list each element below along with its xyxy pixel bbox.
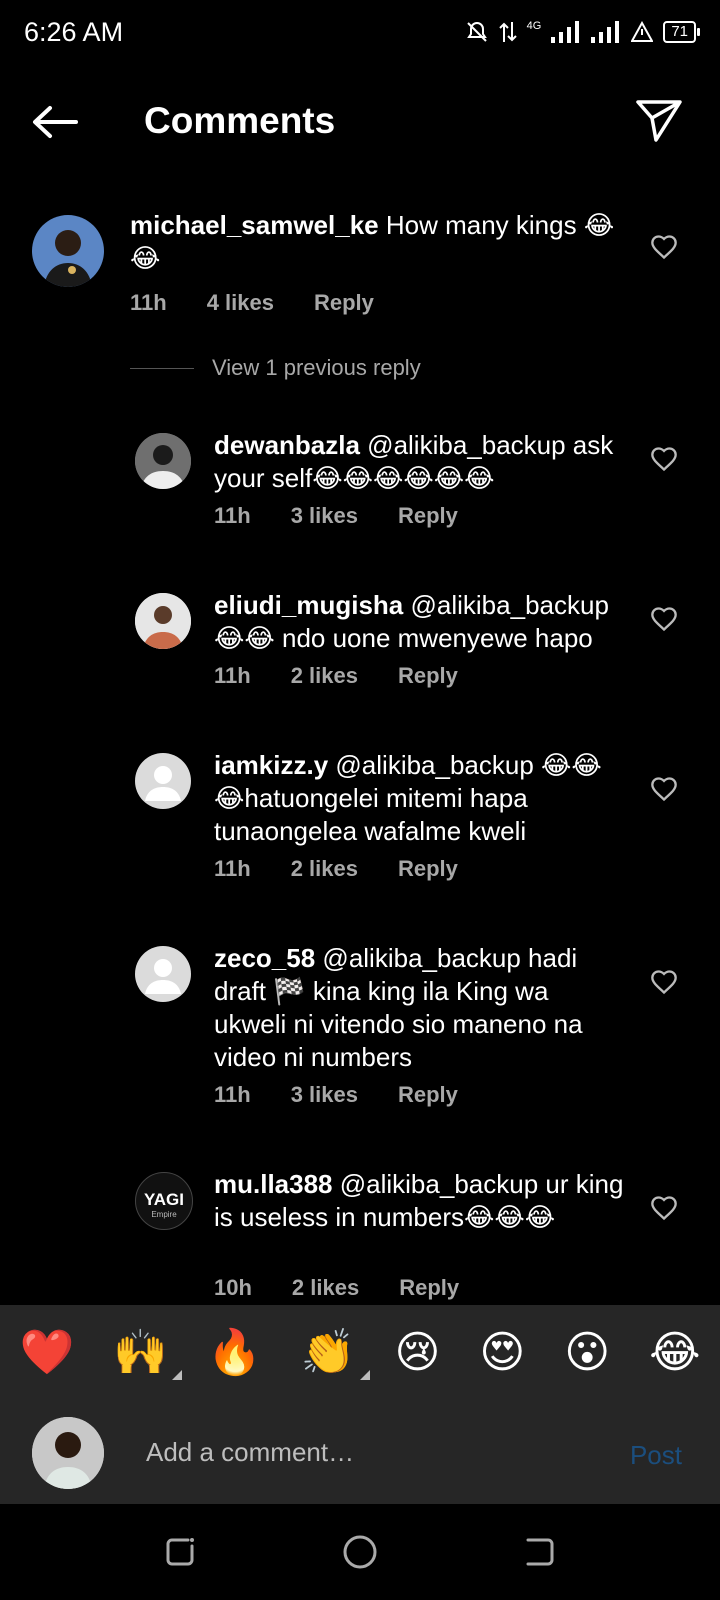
comment-meta: 11h 3 likes Reply bbox=[214, 1082, 458, 1108]
emoji-raising-hands-glyph: 🙌 bbox=[113, 1328, 169, 1377]
comment-likes[interactable]: 3 likes bbox=[291, 1082, 358, 1108]
skin-tone-indicator-icon bbox=[359, 1370, 370, 1380]
default-avatar[interactable] bbox=[135, 946, 191, 1002]
current-user-avatar bbox=[32, 1417, 104, 1489]
status-time: 6:26 AM bbox=[24, 17, 124, 47]
like-heart-icon[interactable] bbox=[650, 233, 678, 261]
back-nav-icon[interactable] bbox=[522, 1534, 558, 1570]
view-previous-replies[interactable]: View 1 previous reply bbox=[130, 355, 421, 381]
avatar[interactable]: YAGI Empire bbox=[135, 1172, 193, 1230]
comment-username[interactable]: iamkizz.y bbox=[214, 750, 328, 780]
comment-text-block: dewanbazla @alikiba_backup ask your self… bbox=[214, 429, 624, 495]
comment-username[interactable]: michael_samwel_ke bbox=[130, 210, 379, 240]
signal-icon bbox=[551, 21, 580, 43]
comment-meta: 11h 4 likes Reply bbox=[130, 290, 374, 316]
comment-likes[interactable]: 2 likes bbox=[292, 1275, 359, 1301]
comment-username[interactable]: mu.lla388 bbox=[214, 1169, 333, 1199]
share-send-icon[interactable] bbox=[634, 96, 684, 146]
avatar-logo-text: YAGI bbox=[144, 1190, 184, 1209]
like-heart-icon[interactable] bbox=[650, 775, 678, 803]
emoji-clapping-glyph: 👏 bbox=[300, 1328, 356, 1377]
warning-icon bbox=[631, 21, 654, 42]
comment-text-block: mu.lla388 @alikiba_backup ur king is use… bbox=[214, 1168, 624, 1234]
emoji-reaction-bar: ❤️ 🙌 🔥 👏 😢 😍 😮 😂 bbox=[0, 1305, 720, 1399]
page-title: Comments bbox=[144, 100, 336, 141]
default-avatar[interactable] bbox=[135, 753, 191, 809]
emoji-fire[interactable]: 🔥 bbox=[207, 1326, 262, 1378]
data-transfer-icon bbox=[498, 22, 517, 42]
comment-likes[interactable]: 4 likes bbox=[207, 290, 274, 316]
signal-icon-2 bbox=[591, 21, 620, 43]
comment-meta: 11h 2 likes Reply bbox=[214, 663, 458, 689]
view-replies-label: View 1 previous reply bbox=[212, 355, 421, 380]
like-heart-icon[interactable] bbox=[650, 1194, 678, 1222]
reply-button[interactable]: Reply bbox=[398, 856, 458, 882]
comment-text-block: michael_samwel_ke How many kings 😂😂 bbox=[130, 209, 620, 275]
emoji-heart-eyes[interactable]: 😍 bbox=[479, 1327, 525, 1378]
post-button[interactable]: Post bbox=[624, 1439, 688, 1472]
emoji-heart[interactable]: ❤️ bbox=[19, 1326, 74, 1378]
like-heart-icon[interactable] bbox=[650, 968, 678, 996]
comment-username[interactable]: eliudi_mugisha bbox=[214, 590, 403, 620]
comment-time: 11h bbox=[214, 503, 251, 528]
home-icon[interactable] bbox=[342, 1534, 378, 1570]
battery-icon: 71 bbox=[663, 21, 700, 43]
comment-likes[interactable]: 3 likes bbox=[291, 503, 358, 529]
comment-text-block: zeco_58 @alikiba_backup hadi draft 🏁 kin… bbox=[214, 942, 624, 1074]
reply-button[interactable]: Reply bbox=[399, 1275, 459, 1301]
comments-list[interactable]: michael_samwel_ke How many kings 😂😂 11h … bbox=[0, 190, 720, 1305]
emoji-surprised[interactable]: 😮 bbox=[564, 1327, 610, 1378]
status-bar: 6:26 AM 4G 71 bbox=[0, 0, 720, 64]
system-navigation-bar bbox=[0, 1504, 720, 1600]
network-type-label: 4G bbox=[526, 20, 542, 32]
add-comment-input[interactable] bbox=[144, 1431, 588, 1473]
comment-text-block: eliudi_mugisha @alikiba_backup 😂😂 ndo uo… bbox=[214, 589, 624, 655]
header: Comments bbox=[0, 86, 720, 160]
mute-notifications-icon bbox=[466, 21, 487, 42]
like-heart-icon[interactable] bbox=[650, 605, 678, 633]
comment-time: 11h bbox=[214, 1082, 251, 1107]
avatar[interactable] bbox=[32, 215, 104, 287]
comment-meta: 10h 2 likes Reply bbox=[214, 1275, 459, 1301]
reply-button[interactable]: Reply bbox=[398, 663, 458, 689]
comment-time: 11h bbox=[130, 290, 167, 315]
comment-composer: Post bbox=[0, 1399, 720, 1504]
emoji-crying[interactable]: 😢 bbox=[395, 1327, 441, 1378]
back-arrow-icon[interactable] bbox=[30, 102, 80, 142]
comment-meta: 11h 3 likes Reply bbox=[214, 503, 458, 529]
comment-username[interactable]: zeco_58 bbox=[214, 943, 315, 973]
avatar[interactable] bbox=[135, 593, 191, 649]
comment-likes[interactable]: 2 likes bbox=[291, 856, 358, 882]
skin-tone-indicator-icon bbox=[172, 1370, 183, 1380]
comment-text-block: iamkizz.y @alikiba_backup 😂😂😂hatuongelei… bbox=[214, 749, 624, 848]
reply-button[interactable]: Reply bbox=[398, 1082, 458, 1108]
status-icons: 4G 71 bbox=[465, 20, 700, 44]
comment-time: 11h bbox=[214, 663, 251, 688]
emoji-laughing[interactable]: 😂 bbox=[649, 1327, 700, 1378]
reply-button[interactable]: Reply bbox=[398, 503, 458, 529]
recent-apps-icon[interactable] bbox=[162, 1534, 198, 1570]
emoji-clapping[interactable]: 👏 bbox=[300, 1326, 370, 1380]
avatar[interactable] bbox=[135, 433, 191, 489]
emoji-raising-hands[interactable]: 🙌 bbox=[113, 1326, 183, 1380]
like-heart-icon[interactable] bbox=[650, 445, 678, 473]
reply-button[interactable]: Reply bbox=[314, 290, 374, 316]
comment-likes[interactable]: 2 likes bbox=[291, 663, 358, 689]
comment-time: 10h bbox=[214, 1275, 252, 1300]
avatar-logo-subtext: Empire bbox=[151, 1210, 177, 1219]
comment-time: 11h bbox=[214, 856, 251, 881]
comment-meta: 11h 2 likes Reply bbox=[214, 856, 458, 882]
comment-username[interactable]: dewanbazla bbox=[214, 430, 360, 460]
divider bbox=[130, 367, 194, 369]
